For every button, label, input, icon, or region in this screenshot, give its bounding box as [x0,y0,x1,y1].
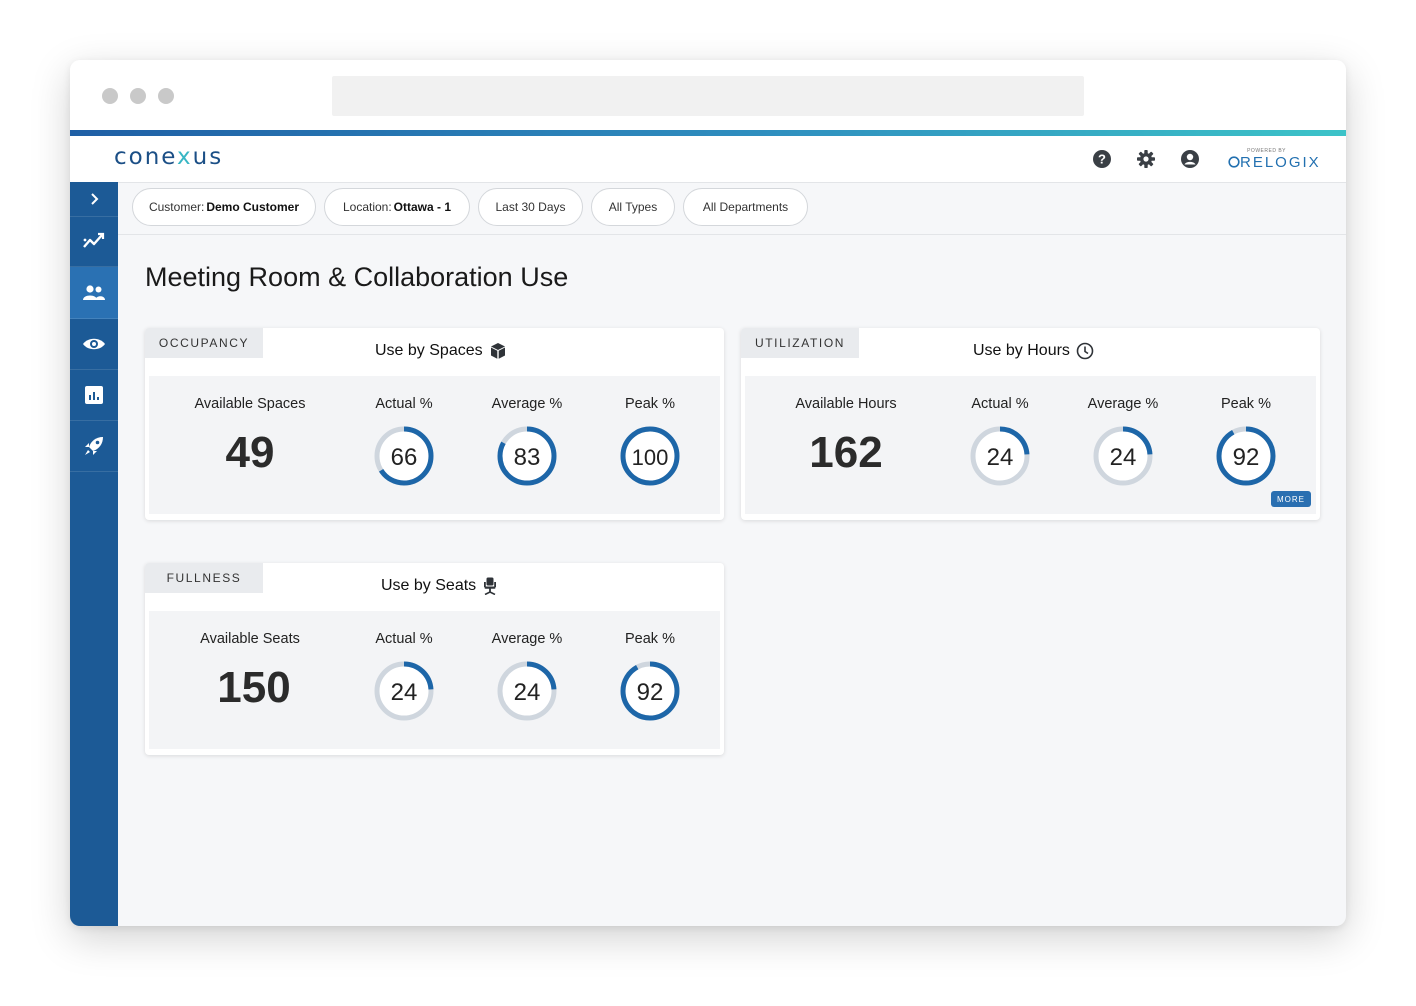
filter-location[interactable]: Location: Ottawa - 1 [324,188,470,226]
gauge-value: 100 [632,445,669,470]
available-value: 150 [217,663,291,712]
actual-percent-gauge: 24 [970,426,1030,486]
gauge-value: 24 [1110,444,1137,471]
card-title: Use by Hours [973,342,1094,360]
metric-label: Peak % [1221,396,1271,412]
window-maximize-dot[interactable] [158,88,174,104]
gauge-value: 66 [391,444,418,471]
trend-chart-icon [83,232,105,248]
card-title: Use by Seats [381,577,498,595]
cube-icon [490,343,505,359]
filter-types[interactable]: All Types [591,188,675,226]
user-account-icon[interactable] [1180,149,1200,169]
filter-bar: Customer: Demo Customer Location: Ottawa -… [118,182,1346,235]
gauge-value: 92 [1233,444,1260,471]
peak-percent-gauge: 100 [620,426,680,486]
available-value: 162 [809,428,883,477]
eye-icon [83,338,105,350]
card-title: Use by Spaces [375,342,507,360]
page-title: Meeting Room & Collaboration Use [145,262,569,292]
window-minimize-dot[interactable] [130,88,146,104]
filter-date-range[interactable]: Last 30 Days [478,188,583,226]
sidebar-expand[interactable] [70,182,118,217]
sidebar-item-people[interactable] [70,267,118,319]
sidebar-item-reports[interactable] [70,370,118,421]
sidebar [70,182,118,926]
gauge-value: 92 [637,679,664,706]
card-body: Available Spaces 49 Actual % Average % P… [149,376,720,514]
card-body: Available Seats 150 Actual % Average % P… [149,611,720,749]
actual-percent-gauge: 24 [374,661,434,721]
conexus-logo[interactable]: conexus [114,144,223,170]
filter-customer[interactable]: Customer: Demo Customer [132,188,316,226]
card-tab-occupancy: OCCUPANCY [145,328,263,358]
help-icon[interactable]: ? [1092,149,1112,169]
sidebar-item-observe[interactable] [70,319,118,370]
card-tab-fullness: FULLNESS [145,563,263,593]
rocket-icon [85,437,103,455]
people-icon [83,284,105,300]
more-button[interactable]: MORE [1271,491,1311,507]
available-label: Available Spaces [194,396,306,412]
metric-label: Peak % [625,396,675,412]
report-chart-icon [85,386,103,404]
svg-text:?: ? [1098,152,1106,167]
clock-icon [1076,342,1094,360]
available-label: Available Seats [200,631,300,647]
gauge-value: 24 [514,679,541,706]
occupancy-card: OCCUPANCY Use by Spaces Available Spaces… [145,328,724,520]
browser-chrome [70,60,1346,130]
chair-icon [484,577,497,595]
utilization-card: UTILIZATION Use by Hours Available Hours… [741,328,1320,520]
fullness-card: FULLNESS Use by Seats Available Seats 15… [145,563,724,755]
peak-percent-gauge: 92 [1216,426,1276,486]
chevron-right-icon [91,193,99,205]
gauge-value: 24 [987,444,1014,471]
gauge-value: 83 [514,444,541,471]
gauge-value: 24 [391,679,418,706]
card-tab-utilization: UTILIZATION [741,328,859,358]
card-body: Available Hours 162 Actual % Average % P… [745,376,1316,514]
average-percent-gauge: 24 [1093,426,1153,486]
sidebar-item-trends[interactable] [70,216,118,267]
metric-label: Peak % [625,631,675,647]
available-value: 49 [225,428,275,477]
relogix-logo: RELOGIX [1228,154,1321,171]
address-bar[interactable] [332,76,1084,116]
filter-departments[interactable]: All Departments [683,188,808,226]
available-label: Available Hours [795,396,897,412]
window-close-dot[interactable] [102,88,118,104]
average-percent-gauge: 83 [497,426,557,486]
top-bar: conexus ? POWERED BY RELOGIX [70,136,1346,183]
average-percent-gauge: 24 [497,661,557,721]
peak-percent-gauge: 92 [620,661,680,721]
relogix-mark-icon [1228,156,1240,168]
relogix-brand: POWERED BY RELOGIX [1228,144,1328,174]
actual-percent-gauge: 66 [374,426,434,486]
sidebar-item-launch[interactable] [70,421,118,472]
gear-icon[interactable] [1136,149,1156,169]
